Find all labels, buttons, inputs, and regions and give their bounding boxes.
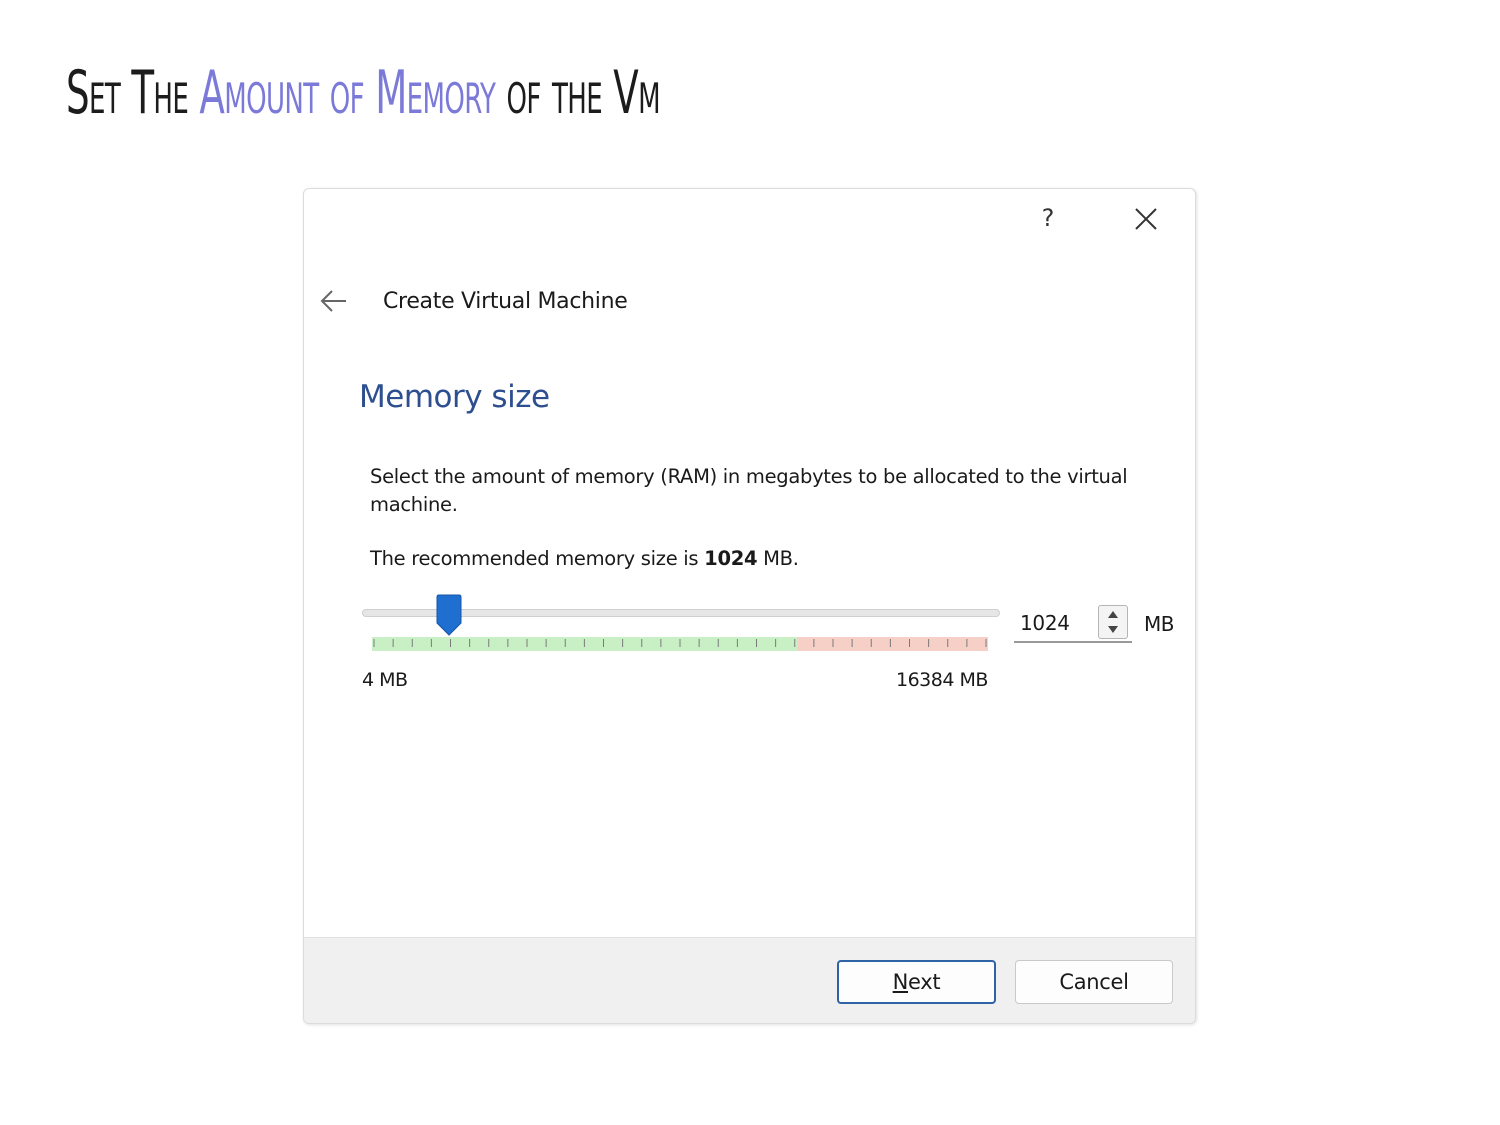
warning-zone (797, 637, 988, 651)
section-title: Memory size (359, 379, 550, 415)
close-icon (1135, 208, 1157, 230)
close-button[interactable] (1130, 203, 1162, 235)
spin-down-icon[interactable] (1099, 622, 1127, 638)
title-part1: Set The (66, 58, 200, 128)
memory-slider[interactable] (362, 593, 1000, 653)
title-accent: Amount of Memory (199, 58, 496, 128)
slider-handle[interactable] (436, 593, 462, 637)
dialog-footer: Next Cancel (304, 937, 1195, 1023)
slider-max-label: 16384 MB (896, 669, 988, 691)
cancel-button[interactable]: Cancel (1015, 960, 1173, 1004)
spin-arrows (1098, 605, 1128, 639)
memory-spinbox[interactable]: 1024 (1014, 603, 1132, 643)
arrow-left-icon (320, 290, 346, 312)
slider-min-label: 4 MB (362, 669, 408, 691)
recommend-value: 1024 (704, 547, 758, 570)
next-mnemonic: N (892, 970, 909, 994)
recommend-suffix: MB. (757, 547, 799, 570)
slider-scale (372, 637, 988, 651)
back-button[interactable] (318, 287, 350, 315)
next-label-rest: ext (908, 970, 941, 994)
recommend-prefix: The recommended memory size is (370, 547, 705, 570)
memory-description: Select the amount of memory (RAM) in meg… (370, 465, 1128, 516)
recommendation-text: The recommended memory size is 1024 MB. (370, 547, 799, 570)
wizard-title: Create Virtual Machine (383, 289, 628, 314)
create-vm-dialog: ? Create Virtual Machine Memory size Sel… (303, 188, 1196, 1024)
help-button[interactable]: ? (1036, 203, 1060, 233)
spin-up-icon[interactable] (1099, 606, 1127, 622)
title-part2: of the Vm (495, 58, 661, 128)
memory-unit-label: MB (1144, 612, 1174, 636)
memory-value-input[interactable]: 1024 (1020, 611, 1070, 635)
next-button[interactable]: Next (837, 960, 996, 1004)
slide-title: Set The Amount of Memory of the Vm (66, 58, 661, 128)
